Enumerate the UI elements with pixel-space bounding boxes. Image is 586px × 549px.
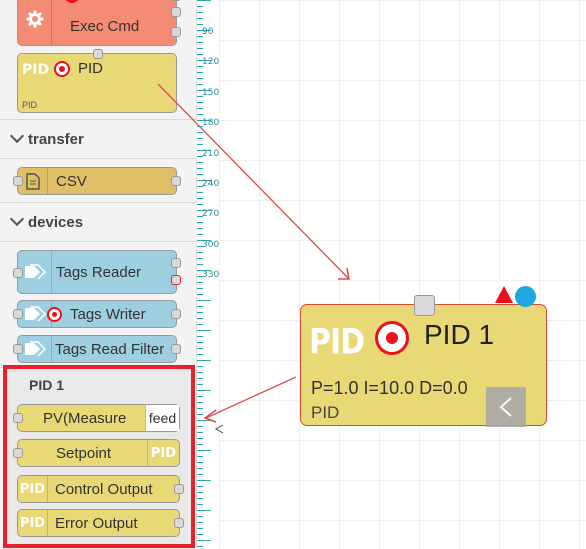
flow-editor: Exec Cmd PID PID PID transfer CSV device… [0, 0, 586, 549]
link-wire [157, 83, 349, 279]
link-overlay [157, 83, 350, 434]
cursor-icon [214, 424, 224, 434]
link-wire [205, 376, 297, 419]
